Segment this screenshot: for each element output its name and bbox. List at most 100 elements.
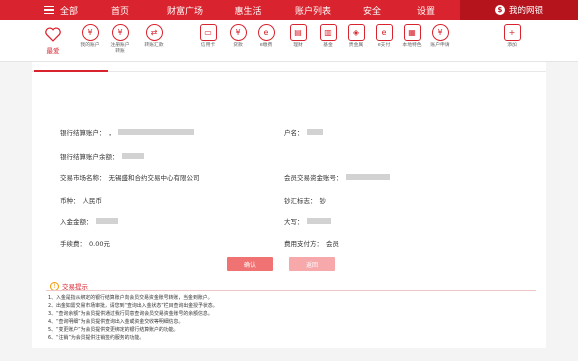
nav-item-home[interactable]: 首页 [106, 0, 134, 20]
market-value: 无锡盛和合约交易中心有限公司 [108, 174, 200, 182]
tool-label: 基金 [323, 43, 333, 48]
tool-label: 添加 [507, 43, 517, 48]
currency-row: 币种： 人民币 [60, 195, 102, 205]
deposit-amount-row: 入金金额： [60, 216, 118, 226]
market-row: 交易市场名称： 无锡盛和合约交易中心有限公司 [60, 172, 200, 182]
bank-account-row: 银行结算账户： ， [60, 127, 194, 137]
uppercase-amount-label: 大写： [284, 218, 304, 226]
currency-label: 币种： [60, 197, 80, 205]
bank-account-masked [118, 129, 194, 135]
nav-item-life[interactable]: 惠生活 [228, 0, 268, 20]
transaction-tips: ! 交易提示 1、入金是指从绑定的银行结算账户向会员交易资金账号转账，当金到账户… [32, 278, 546, 348]
epay-icon: e [375, 24, 393, 41]
cash-flag-value: 钞 [319, 197, 327, 205]
member-account-label: 会员交易资金账号： [284, 174, 343, 182]
bank-account-prefix: ， [108, 129, 116, 137]
account-name-label: 户名： [284, 129, 304, 137]
tool-label: e支付 [377, 43, 391, 48]
nav-all-label: 全部 [60, 6, 79, 17]
tool-my-account[interactable]: ¥ 我的账户 [76, 24, 104, 60]
balance-row: 银行结算账户余额： [60, 151, 144, 161]
gold-icon: ◈ [347, 24, 365, 41]
pay-icon: e [257, 24, 275, 41]
favorites-button[interactable]: 最爱 [38, 24, 68, 60]
tool-account-apply[interactable]: ¥ 账户申请 [426, 24, 454, 60]
hamburger-icon [44, 6, 54, 14]
nav-item-settings[interactable]: 设置 [412, 0, 440, 20]
tip-line-2: 2、出金如需交易市场审批，请您到“查询出入金状态”栏目查询出金授予状态。 [48, 303, 218, 309]
nav-item-security[interactable]: 安全 [358, 0, 386, 20]
fee-label: 手续费： [60, 240, 86, 248]
tool-label: 信用卡 [200, 43, 216, 48]
tool-label: 理财 [293, 43, 303, 48]
tab-active-indicator[interactable] [34, 64, 108, 72]
tool-epay-bill[interactable]: e e缴费 [252, 24, 280, 60]
tool-label: 本地特色 [402, 43, 422, 48]
favorites-label: 最爱 [46, 47, 60, 55]
loan-icon: ¥ [229, 24, 247, 41]
my-netbank-button[interactable]: $ 我的网银 [460, 0, 578, 20]
fund-icon: ▥ [319, 24, 337, 41]
transfer-icon: ⇄ [145, 24, 163, 41]
tool-label: e缴费 [259, 43, 273, 48]
currency-value: 人民币 [82, 197, 103, 205]
shortcut-toolbar: 最爱 ¥ 我的账户 ¥ 注册账户 转账 ⇄ 转账汇款 ▭ 信用卡 ¥ 贷款 e … [0, 20, 578, 62]
tool-label: 贷款 [233, 43, 243, 48]
fee-payer-row: 费用支付方： 会员 [284, 238, 339, 248]
local-icon: ▦ [403, 24, 421, 41]
market-label: 交易市场名称： [60, 174, 106, 182]
tab-bar [32, 62, 546, 72]
heart-icon [45, 27, 61, 42]
tool-label: 我的账户 [80, 43, 100, 48]
balance-label: 银行结算账户余额： [60, 153, 119, 161]
cash-flag-label: 钞汇标志： [284, 197, 317, 205]
finance-icon: ▤ [289, 24, 307, 41]
fee-payer-label: 费用支付方： [284, 240, 323, 248]
tool-credit-card[interactable]: ▭ 信用卡 [194, 24, 222, 60]
plus-icon: + [503, 24, 521, 41]
tool-label: 转账汇款 [144, 43, 164, 48]
account-name-masked [306, 129, 323, 135]
tip-line-6: 6、“注销”为会员提供注销签约服务的功能。 [48, 335, 145, 341]
uppercase-amount-row: 大写： [284, 216, 331, 226]
tool-epay[interactable]: e e支付 [370, 24, 398, 60]
deposit-amount-masked [95, 218, 118, 224]
tips-divider [46, 290, 536, 291]
fee-value: 0.00元 [89, 240, 110, 248]
cash-flag-row: 钞汇标志： 钞 [284, 195, 326, 205]
tool-fund[interactable]: ▥ 基金 [314, 24, 342, 60]
deposit-amount-label: 入金金额： [60, 218, 93, 226]
tool-precious-metal[interactable]: ◈ 贵金属 [342, 24, 370, 60]
credit-card-icon: ▭ [199, 24, 217, 41]
nav-all-menu[interactable]: 全部 [0, 0, 96, 20]
tool-label: 贵金属 [348, 43, 364, 48]
tip-line-3: 3、“查询余额”为会员提供通过我行同意查询会员交易资金账号的余额信息。 [48, 311, 213, 317]
yen-icon: ¥ [81, 24, 99, 41]
back-button[interactable]: 返回 [289, 257, 335, 271]
account-name-row: 户名： [284, 127, 323, 137]
tool-label: 账户申请 [430, 43, 450, 48]
tool-add[interactable]: + 添加 [498, 24, 526, 60]
bank-account-label: 银行结算账户： [60, 129, 106, 137]
tool-loan[interactable]: ¥ 贷款 [224, 24, 252, 60]
tip-line-1: 1、入金是指从绑定的银行结算账户向会员交易资金账号转账，当金到账户。 [48, 295, 213, 301]
tool-local-feature[interactable]: ▦ 本地特色 [398, 24, 426, 60]
tool-transfer[interactable]: ⇄ 转账汇款 [140, 24, 168, 60]
fee-payer-value: 会员 [326, 240, 339, 248]
nav-item-wealth[interactable]: 财富广场 [160, 0, 210, 20]
confirm-button[interactable]: 确认 [227, 257, 273, 271]
my-netbank-label: 我的网银 [508, 6, 543, 16]
tool-finance[interactable]: ▤ 理财 [284, 24, 312, 60]
balance-masked [121, 153, 144, 159]
uppercase-amount-masked [306, 218, 331, 224]
fee-row: 手续费： 0.00元 [60, 238, 110, 248]
tip-line-5: 5、“变更账户”为会员提供变更绑定的银行结算账户的功能。 [48, 327, 179, 333]
member-account-masked [345, 174, 390, 180]
nav-item-accounts[interactable]: 账户列表 [288, 0, 338, 20]
top-navigation: 全部 首页 财富广场 惠生活 账户列表 安全 设置 $ 我的网银 [0, 0, 578, 20]
apply-icon: ¥ [431, 24, 449, 41]
member-account-row: 会员交易资金账号： [284, 172, 390, 182]
money-bag-icon: $ [494, 5, 505, 15]
tip-line-4: 4、“查询明细”为会员提供查询出入金或资金交收等明细信息。 [48, 319, 184, 325]
tool-registered-transfer[interactable]: ¥ 注册账户 转账 [106, 24, 134, 60]
